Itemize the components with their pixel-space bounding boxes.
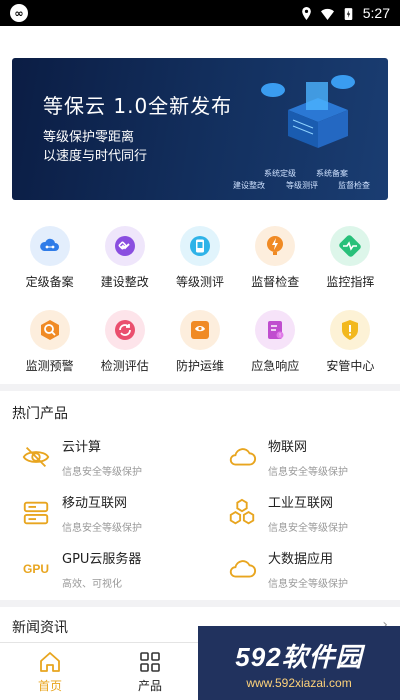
watermark-logo: 592软件园 www.592xiazai.com [198, 626, 400, 700]
service-label: 防护运维 [175, 359, 224, 373]
tab-label: 产品 [137, 678, 162, 693]
svg-text:!: ! [279, 333, 281, 339]
service-label: 安管中心 [326, 359, 375, 373]
service-item[interactable]: 监控指挥 [313, 226, 388, 290]
server-icon [18, 495, 54, 531]
hexagons-icon [224, 495, 260, 531]
banner-tag: 监督检查 [338, 181, 370, 190]
location-icon [301, 6, 311, 20]
banner-tag: 等级测评 [286, 181, 318, 190]
tablet-icon [179, 226, 220, 266]
banner-subtitle-1: 等级保护零距离 [43, 130, 135, 145]
banner-title: 等保云 1.0全新发布 [43, 94, 233, 118]
grid-icon [140, 651, 160, 672]
service-label: 建设整改 [100, 275, 149, 289]
service-item[interactable]: 安管中心 [313, 310, 388, 374]
watermark-url: www.592xiazai.com [246, 675, 352, 690]
tab-products[interactable]: 产品 [100, 643, 200, 700]
service-label: 监控指挥 [326, 275, 375, 289]
shield-alert-icon [330, 310, 371, 350]
service-item[interactable]: 等级测评 [162, 226, 237, 290]
news-title: 新闻资讯 [12, 620, 68, 636]
banner-tag: 系统定级 [264, 169, 296, 178]
product-desc: 信息安全等级保护 [268, 467, 348, 478]
service-item[interactable]: 防护运维 [162, 310, 237, 374]
search-alert-icon [29, 310, 70, 350]
service-item[interactable]: 监测预警 [12, 310, 87, 374]
watermark-text: 592软件园 [235, 641, 363, 672]
service-item[interactable]: ! 应急响应 [238, 310, 313, 374]
product-item[interactable]: 大数据应用 信息安全等级保护 [200, 547, 400, 590]
product-item[interactable]: 移动互联网 信息安全等级保护 [0, 491, 200, 534]
banner-tag: 建设整改 [233, 181, 265, 190]
refresh-icon [104, 310, 145, 350]
product-name: 大数据应用 [268, 552, 334, 567]
top-section: 等保云 1.0全新发布 等级保护零距离 以速度与时代同行 系统定级 系统备案 建… [0, 26, 400, 384]
product-desc: 高效、可视化 [62, 579, 122, 590]
service-item[interactable]: 定级备案 [12, 226, 87, 290]
hot-products-section: 热门产品 云计算 信息安全等级保护 物联网 信息安全等级保护 移动互联网 信息安… [0, 391, 400, 600]
eye-off-icon [18, 439, 54, 475]
gpu-icon: GPU [18, 551, 54, 587]
service-item[interactable]: 建设整改 [87, 226, 162, 290]
section-title: 热门产品 [12, 406, 68, 422]
product-name: 移动互联网 [62, 496, 128, 511]
product-name: 云计算 [62, 440, 102, 455]
product-item[interactable]: 物联网 信息安全等级保护 [200, 435, 400, 478]
service-label: 监督检查 [251, 275, 300, 289]
battery-charging-icon [344, 7, 353, 20]
product-item[interactable]: GPU GPU云服务器 高效、可视化 [0, 547, 200, 590]
service-label: 定级备案 [25, 275, 74, 289]
server-illustration-icon [261, 75, 355, 148]
shield-wall-icon [179, 310, 220, 350]
product-name: 工业互联网 [268, 496, 334, 511]
product-item[interactable]: 工业互联网 信息安全等级保护 [200, 491, 400, 534]
home-icon [40, 651, 60, 672]
lightning-icon [255, 226, 296, 266]
wifi-icon [320, 8, 334, 20]
link-icon [104, 226, 145, 266]
cloud-link-icon [29, 226, 70, 266]
product-item[interactable]: 云计算 信息安全等级保护 [0, 435, 200, 478]
cloud-icon [224, 439, 260, 475]
services-grid: 定级备案 建设整改 等级测评 监督检查 监控指挥 监测预警 检测评估 防护运维 … [12, 200, 388, 384]
product-desc: 信息安全等级保护 [268, 523, 348, 534]
document-alert-icon: ! [255, 310, 296, 350]
service-label: 检测评估 [100, 359, 149, 373]
tab-home[interactable]: 首页 [0, 643, 100, 700]
promo-banner[interactable]: 等保云 1.0全新发布 等级保护零距离 以速度与时代同行 系统定级 系统备案 建… [12, 58, 388, 200]
product-desc: 信息安全等级保护 [268, 579, 348, 590]
main-content[interactable]: 等保云 1.0全新发布 等级保护零距离 以速度与时代同行 系统定级 系统备案 建… [0, 26, 400, 700]
product-name: 物联网 [268, 440, 308, 455]
products-grid: 云计算 信息安全等级保护 物联网 信息安全等级保护 移动互联网 信息安全等级保护… [0, 431, 400, 594]
service-item[interactable]: 监督检查 [238, 226, 313, 290]
service-label: 等级测评 [175, 275, 224, 289]
gpu-icon-text: GPU [22, 562, 49, 576]
pulse-icon [330, 226, 371, 266]
status-bar: ∞ 5:27 [0, 0, 400, 26]
product-desc: 信息安全等级保护 [62, 467, 142, 478]
service-label: 监测预警 [25, 359, 74, 373]
tab-label: 首页 [37, 678, 62, 693]
app-notification-icon: ∞ [10, 4, 28, 22]
service-label: 应急响应 [251, 359, 300, 373]
product-desc: 信息安全等级保护 [62, 523, 142, 534]
banner-tag: 系统备案 [316, 169, 348, 178]
cloud-icon [224, 551, 260, 587]
service-item[interactable]: 检测评估 [87, 310, 162, 374]
clock-text: 5:27 [362, 5, 390, 21]
banner-subtitle-2: 以速度与时代同行 [43, 149, 148, 164]
product-name: GPU云服务器 [62, 552, 142, 567]
